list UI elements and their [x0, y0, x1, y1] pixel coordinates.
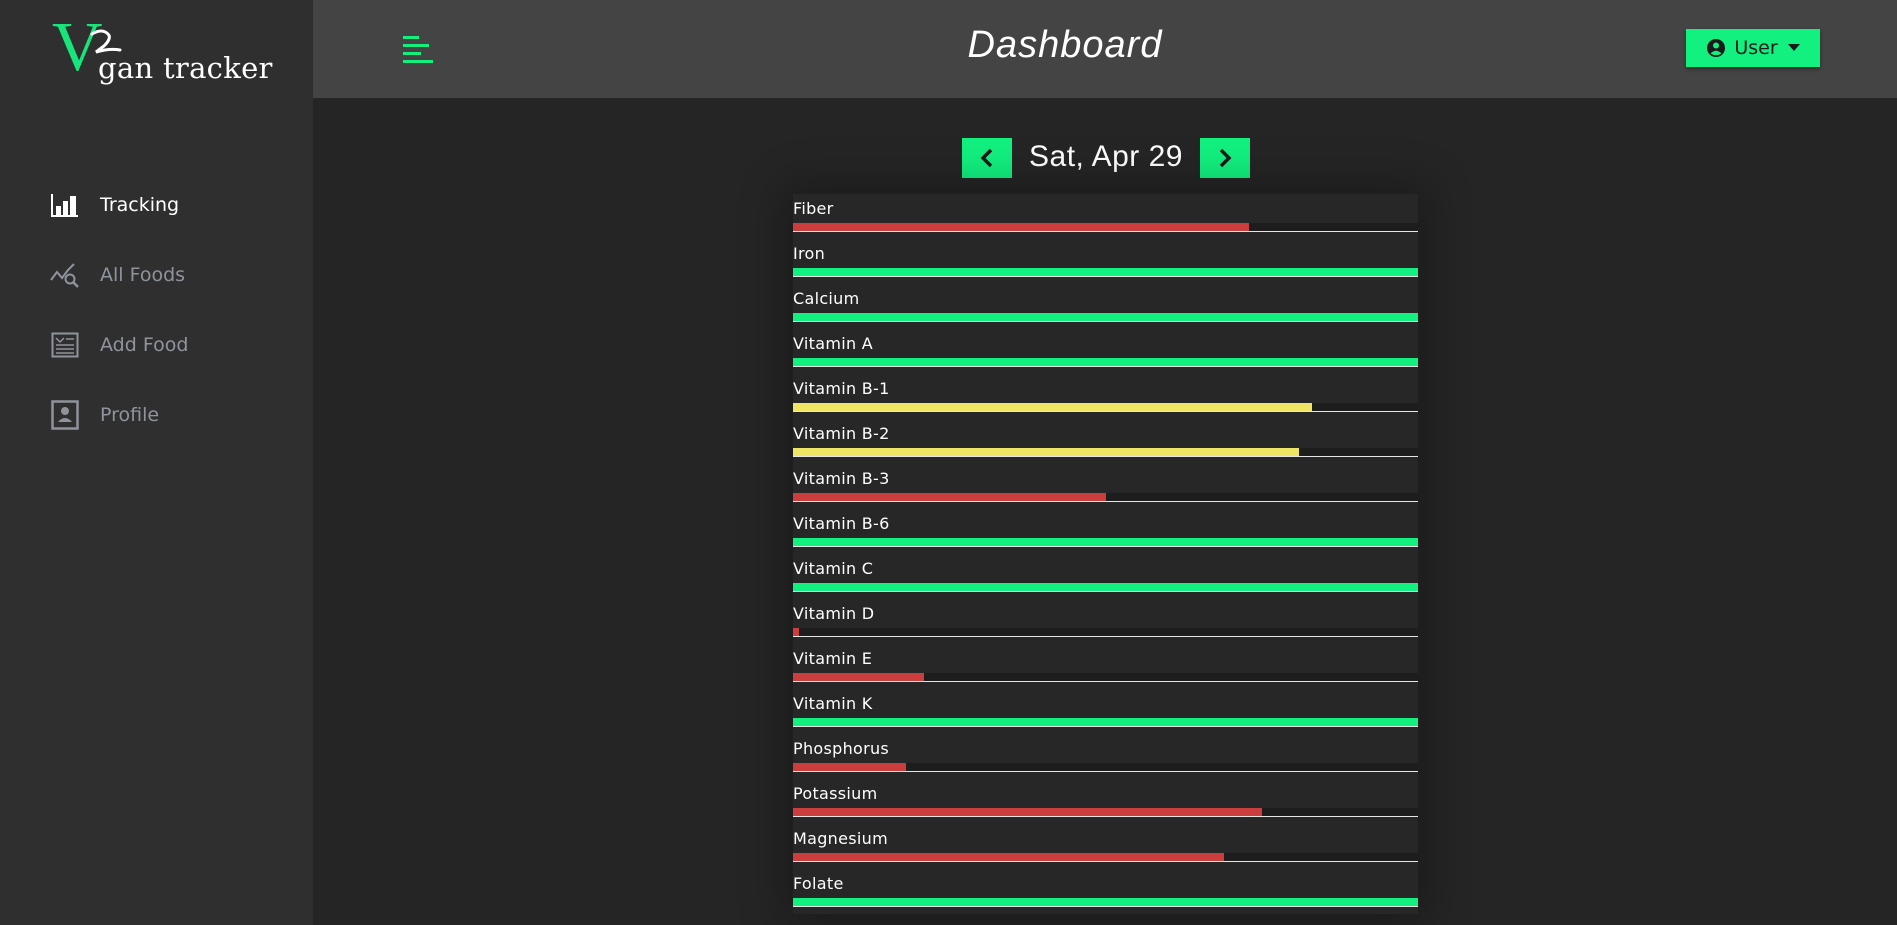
- nutrient-progress-fill: [793, 403, 1312, 411]
- nutrient-progress-bar: [793, 898, 1418, 907]
- nutrient-row: Folate: [793, 869, 1418, 914]
- nutrient-progress-fill: [793, 358, 1418, 366]
- top-bar: Dashboard User: [313, 0, 1897, 98]
- previous-day-button[interactable]: [962, 138, 1012, 178]
- nutrient-row: Fiber: [793, 194, 1418, 239]
- nutrient-progress-fill: [793, 313, 1418, 321]
- nutrient-row: Iron: [793, 239, 1418, 284]
- nutrient-progress-bar: [793, 583, 1418, 592]
- nutrient-progress-bar: [793, 493, 1418, 502]
- nutrient-label: Vitamin C: [793, 559, 874, 578]
- nutrient-progress-fill: [793, 808, 1262, 816]
- user-circle-icon: [1707, 39, 1726, 57]
- nutrient-progress-fill: [793, 898, 1418, 906]
- nutrient-progress-fill: [793, 853, 1225, 861]
- nutrient-label: Magnesium: [793, 829, 888, 848]
- sidebar-item-profile[interactable]: Profile: [0, 380, 313, 450]
- nutrient-row: Vitamin C: [793, 554, 1418, 599]
- nutrient-row: Potassium: [793, 779, 1418, 824]
- date-navigator: Sat, Apr 29: [962, 138, 1250, 178]
- next-day-button[interactable]: [1200, 138, 1250, 178]
- nutrient-progress-fill: [793, 628, 800, 636]
- nutrient-progress-bar: [793, 808, 1418, 817]
- nutrient-row: Vitamin B-6: [793, 509, 1418, 554]
- chevron-left-icon: [980, 148, 993, 168]
- nutrient-row: Vitamin D: [793, 599, 1418, 644]
- nutrient-progress-bar: [793, 673, 1418, 682]
- nutrient-row: Vitamin K: [793, 689, 1418, 734]
- chart-search-icon: [50, 260, 80, 290]
- nutrient-progress-bar: [793, 853, 1418, 862]
- nutrient-progress-bar: [793, 718, 1418, 727]
- nutrient-label: Vitamin K: [793, 694, 873, 713]
- nutrient-row: Vitamin B-3: [793, 464, 1418, 509]
- nutrient-label: Calcium: [793, 289, 860, 308]
- nutrient-progress-fill: [793, 538, 1418, 546]
- user-menu-label: User: [1734, 37, 1778, 59]
- nutrient-progress-fill: [793, 673, 925, 681]
- nutrient-progress-bar: [793, 403, 1418, 412]
- caret-down-icon: [1787, 44, 1800, 51]
- page-title: Dashboard: [967, 24, 1163, 66]
- sidebar-item-add-food[interactable]: Add Food: [0, 310, 313, 380]
- nutrient-row: Calcium: [793, 284, 1418, 329]
- nutrient-progress-bar: [793, 223, 1418, 232]
- nutrient-label: Potassium: [793, 784, 878, 803]
- nutrient-progress-bar: [793, 448, 1418, 457]
- nutrient-label: Vitamin A: [793, 334, 874, 353]
- nutrient-progress-bar: [793, 313, 1418, 322]
- document-list-icon: [50, 330, 80, 360]
- user-menu-button[interactable]: User: [1686, 29, 1820, 67]
- nutrient-label: Phosphorus: [793, 739, 890, 758]
- nutrient-progress-fill: [793, 268, 1418, 276]
- nutrient-label: Iron: [793, 244, 826, 263]
- nutrient-row: Phosphorus: [793, 734, 1418, 779]
- chevron-right-icon: [1219, 148, 1232, 168]
- nutrient-progress-bar: [793, 268, 1418, 277]
- nutrient-label: Folate: [793, 874, 844, 893]
- nutrient-list: Fiber Iron Calcium Vitamin A Vitamin B-1 Vita…: [793, 194, 1418, 914]
- nutrient-progress-fill: [793, 493, 1106, 501]
- sidebar-item-label: Tracking: [100, 194, 180, 216]
- bar-chart-icon: [50, 190, 80, 220]
- sidebar-item-label: All Foods: [100, 264, 186, 286]
- nutrient-progress-fill: [793, 583, 1418, 591]
- nutrient-row: Vitamin B-2: [793, 419, 1418, 464]
- sidebar-item-all-foods[interactable]: All Foods: [0, 240, 313, 310]
- nutrient-progress-fill: [793, 718, 1418, 726]
- nutrient-progress-bar: [793, 763, 1418, 772]
- nutrient-progress-fill: [793, 448, 1300, 456]
- nutrient-progress-fill: [793, 223, 1250, 231]
- nutrient-label: Vitamin D: [793, 604, 875, 623]
- nutrient-progress-bar: [793, 358, 1418, 367]
- nutrient-label: Vitamin B-3: [793, 469, 890, 488]
- sidebar-item-label: Profile: [100, 404, 160, 426]
- nutrient-progress-bar: [793, 538, 1418, 547]
- nutrient-row: Vitamin E: [793, 644, 1418, 689]
- nutrient-progress-bar: [793, 628, 1418, 637]
- nutrient-row: Vitamin B-1: [793, 374, 1418, 419]
- nutrient-label: Fiber: [793, 199, 834, 218]
- sidebar-item-label: Add Food: [100, 334, 189, 356]
- nutrient-progress-fill: [793, 763, 906, 771]
- logo-text: gan tracker: [98, 51, 273, 85]
- app-logo[interactable]: V gan tracker: [52, 13, 292, 86]
- nutrient-label: Vitamin B-1: [793, 379, 890, 398]
- nutrient-label: Vitamin B-2: [793, 424, 890, 443]
- profile-card-icon: [50, 400, 80, 430]
- sidebar: V gan tracker Tracking All Foods Add Foo…: [0, 0, 313, 925]
- nutrient-row: Magnesium: [793, 824, 1418, 869]
- nutrient-label: Vitamin B-6: [793, 514, 890, 533]
- nutrient-row: Vitamin A: [793, 329, 1418, 374]
- sidebar-item-tracking[interactable]: Tracking: [0, 170, 313, 240]
- sidebar-nav: Tracking All Foods Add Food Profile: [0, 170, 313, 450]
- current-date: Sat, Apr 29: [1029, 140, 1183, 173]
- nutrient-label: Vitamin E: [793, 649, 873, 668]
